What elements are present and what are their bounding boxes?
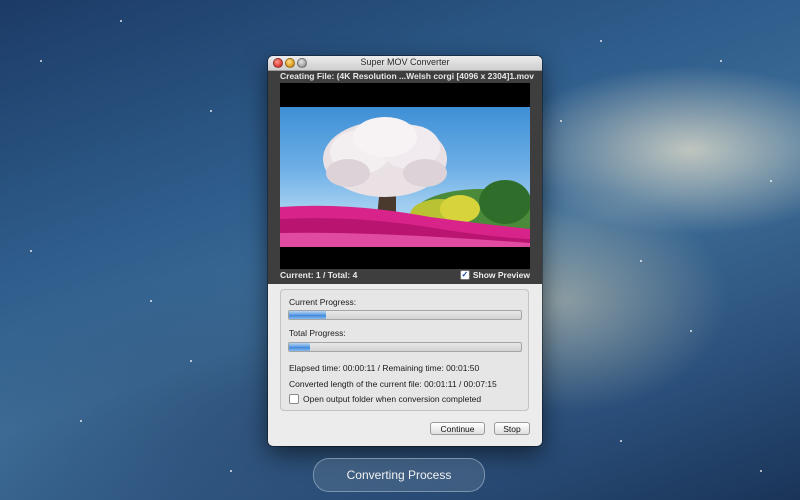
show-preview-toggle[interactable]: ✓ Show Preview [459, 270, 530, 280]
preview-image [280, 107, 530, 247]
total-progress-fill [289, 343, 310, 351]
show-preview-label: Show Preview [472, 270, 530, 280]
converted-length-text: Converted length of the current file: 00… [289, 379, 497, 389]
video-preview [280, 83, 530, 273]
elapsed-time-text: Elapsed time: 00:00:11 / Remaining time:… [289, 363, 480, 373]
current-progress-fill [289, 311, 327, 319]
progress-group: Current Progress: Total Progress: Elapse… [280, 289, 529, 411]
converter-window: Super MOV Converter Creating File: (4K R… [268, 56, 542, 446]
current-progress-bar [288, 310, 522, 320]
preview-panel: Creating File: (4K Resolution ...Welsh c… [268, 71, 542, 284]
current-progress-label: Current Progress: [289, 297, 357, 307]
continue-button[interactable]: Continue [430, 422, 485, 435]
open-folder-option[interactable]: Open output folder when conversion compl… [289, 394, 481, 404]
current-total-label: Current: 1 / Total: 4 [280, 270, 358, 280]
total-progress-label: Total Progress: [289, 328, 346, 338]
open-folder-checkbox[interactable] [289, 394, 299, 404]
caption-pill: Converting Process [313, 458, 485, 492]
window-title: Super MOV Converter [360, 57, 450, 67]
show-preview-checkbox[interactable]: ✓ [459, 270, 470, 280]
status-bar: Current: 1 / Total: 4 ✓ Show Preview [268, 269, 542, 281]
title-bar: Super MOV Converter [268, 56, 542, 71]
creating-file-label: Creating File: (4K Resolution ...Welsh c… [280, 71, 534, 81]
total-progress-bar [288, 342, 522, 352]
open-folder-label: Open output folder when conversion compl… [303, 394, 482, 404]
stop-button[interactable]: Stop [494, 422, 530, 435]
